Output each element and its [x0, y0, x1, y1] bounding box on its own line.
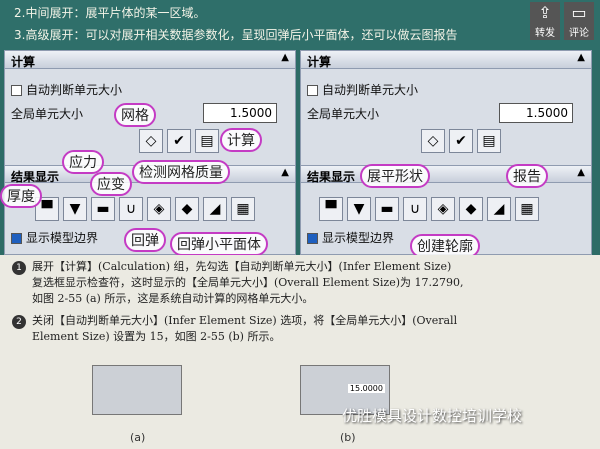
- panel-title: 计算 ▲: [301, 51, 591, 69]
- anno-report: 报告: [506, 164, 548, 188]
- anno-check-mesh: 检测网格质量: [132, 160, 230, 184]
- anno-springback-facet: 回弹小平面体: [170, 232, 268, 256]
- bullet-2: 2: [12, 315, 26, 329]
- check-mesh-icon[interactable]: ◈: [147, 197, 171, 221]
- springback-icon[interactable]: ∪: [403, 197, 427, 221]
- calc-panel-left: 计算 ▲ 自动判断单元大小 全局单元大小 1.5000 ◇ ✔ ▤ 结果显示 ▲ ▀…: [4, 50, 296, 255]
- show-model-checkbox[interactable]: 显示模型边界: [307, 229, 394, 246]
- doc-p2-line1: 关闭【自动判断单元大小】(Infer Element Size) 选项，将【全局…: [32, 314, 458, 327]
- figure-a: [92, 365, 182, 415]
- strain-icon[interactable]: ▬: [91, 197, 115, 221]
- anno-stress: 应力: [62, 150, 104, 174]
- global-size-label: 全局单元大小: [307, 107, 380, 121]
- comment-button[interactable]: ▭ 评论: [564, 2, 594, 40]
- strain-icon[interactable]: ▬: [375, 197, 399, 221]
- global-size-input[interactable]: 1.5000: [203, 103, 277, 123]
- bullet-1: 1: [12, 261, 26, 275]
- springback-icon[interactable]: ∪: [119, 197, 143, 221]
- doc-p1-line3: 如图 2-55 (a) 所示，这是系统自动计算的网格单元大小。: [32, 292, 314, 305]
- header-line-1: 2.中间展开：展平片体的某一区域。: [14, 6, 206, 20]
- anno-flatten: 展平形状: [360, 164, 430, 188]
- thickness-icon[interactable]: ▀: [319, 197, 343, 221]
- header-line-2: 3.高级展开：可以对展开相关数据参数化，呈现回弹后小平面体，还可以做云图报告: [14, 28, 458, 42]
- slide-header: 2.中间展开：展平片体的某一区域。 3.高级展开：可以对展开相关数据参数化，呈现…: [0, 0, 600, 50]
- comment-icon: ▭: [571, 3, 587, 22]
- mesh-icon[interactable]: ◇: [421, 129, 445, 153]
- caption-a: (a): [130, 431, 146, 444]
- auto-size-checkbox[interactable]: 自动判断单元大小: [11, 81, 122, 98]
- outline-icon[interactable]: ◢: [487, 197, 511, 221]
- outline-icon[interactable]: ◢: [203, 197, 227, 221]
- share-button[interactable]: ⇪ 转发: [530, 2, 560, 40]
- mesh-icon[interactable]: ◇: [139, 129, 163, 153]
- report-icon[interactable]: ▦: [231, 197, 255, 221]
- check-mesh-icon[interactable]: ◈: [431, 197, 455, 221]
- auto-size-checkbox[interactable]: 自动判断单元大小: [307, 81, 418, 98]
- book-page: 1 展开【计算】(Calculation) 组，先勾选【自动判断单元大小】(In…: [0, 255, 600, 449]
- anno-springback: 回弹: [124, 228, 166, 252]
- anno-mesh: 网格: [114, 103, 156, 127]
- show-model-checkbox[interactable]: 显示模型边界: [11, 229, 98, 246]
- collapse-icon[interactable]: ▲: [577, 52, 585, 63]
- check-icon[interactable]: ✔: [167, 129, 191, 153]
- facet-icon[interactable]: ◆: [175, 197, 199, 221]
- facet-icon[interactable]: ◆: [459, 197, 483, 221]
- calc-icon[interactable]: ▤: [195, 129, 219, 153]
- stress-icon[interactable]: ▼: [347, 197, 371, 221]
- global-size-input[interactable]: 1.5000: [499, 103, 573, 123]
- anno-thickness: 厚度: [0, 184, 42, 208]
- doc-p2-line2: Element Size) 设置为 15，如图 2-55 (b) 所示。: [32, 330, 281, 343]
- caption-b: (b): [340, 431, 356, 444]
- doc-p1-line2: 复选框显示检查符，这时显示的【全局单元大小】(Overall Element S…: [32, 276, 464, 289]
- panel-title: 计算 ▲: [5, 51, 295, 69]
- collapse-icon[interactable]: ▲: [281, 52, 289, 63]
- global-size-label: 全局单元大小: [11, 107, 84, 121]
- anno-strain: 应变: [90, 172, 132, 196]
- anno-calc: 计算: [220, 128, 262, 152]
- calc-panel-right: 计算 ▲ 自动判断单元大小 全局单元大小 1.5000 ◇ ✔ ▤ 结果显示 ▲ ▀…: [300, 50, 592, 255]
- check-icon[interactable]: ✔: [449, 129, 473, 153]
- calc-icon[interactable]: ▤: [477, 129, 501, 153]
- doc-p1-line1: 展开【计算】(Calculation) 组，先勾选【自动判断单元大小】(Infe…: [32, 260, 452, 273]
- watermark: 优胜模具设计数控培训学校: [342, 407, 523, 425]
- report-icon[interactable]: ▦: [515, 197, 539, 221]
- share-icon: ⇪: [538, 3, 552, 22]
- stress-icon[interactable]: ▼: [63, 197, 87, 221]
